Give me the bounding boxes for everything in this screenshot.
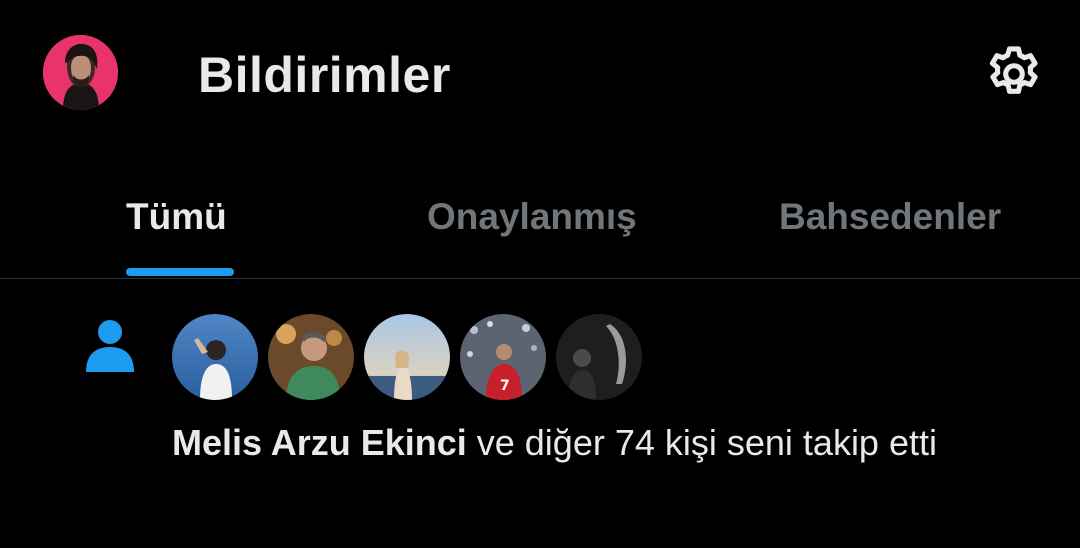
follower-avatar[interactable] [364, 314, 450, 400]
actor-name[interactable]: Melis Arzu Ekinci [172, 422, 467, 463]
follower-avatar[interactable]: 7 [460, 314, 546, 400]
top-bar: Bildirimler [0, 0, 1080, 150]
svg-text:7: 7 [500, 378, 510, 394]
settings-button[interactable] [982, 42, 1046, 106]
notification-text: Melis Arzu Ekinci ve diğer 74 kişi seni … [172, 418, 1012, 468]
active-tab-indicator [126, 268, 234, 276]
tab-mentions[interactable]: Bahsedenler [779, 196, 1001, 238]
follower-avatar[interactable] [268, 314, 354, 400]
tab-bar: Tümü Onaylanmış Bahsedenler [0, 180, 1080, 279]
page-title: Bildirimler [198, 47, 451, 103]
follower-avatar[interactable] [556, 314, 642, 400]
gear-icon [989, 46, 1038, 94]
notification-message: ve diğer 74 kişi seni takip etti [466, 422, 937, 463]
person-icon [84, 318, 136, 372]
follower-avatar[interactable] [172, 314, 258, 400]
profile-avatar[interactable] [43, 35, 118, 110]
notification-item[interactable]: 7 Melis Arzu Ekinci ve diğer 74 kişi sen… [0, 280, 1080, 548]
tab-verified[interactable]: Onaylanmış [427, 196, 637, 238]
tab-all[interactable]: Tümü [126, 196, 227, 238]
